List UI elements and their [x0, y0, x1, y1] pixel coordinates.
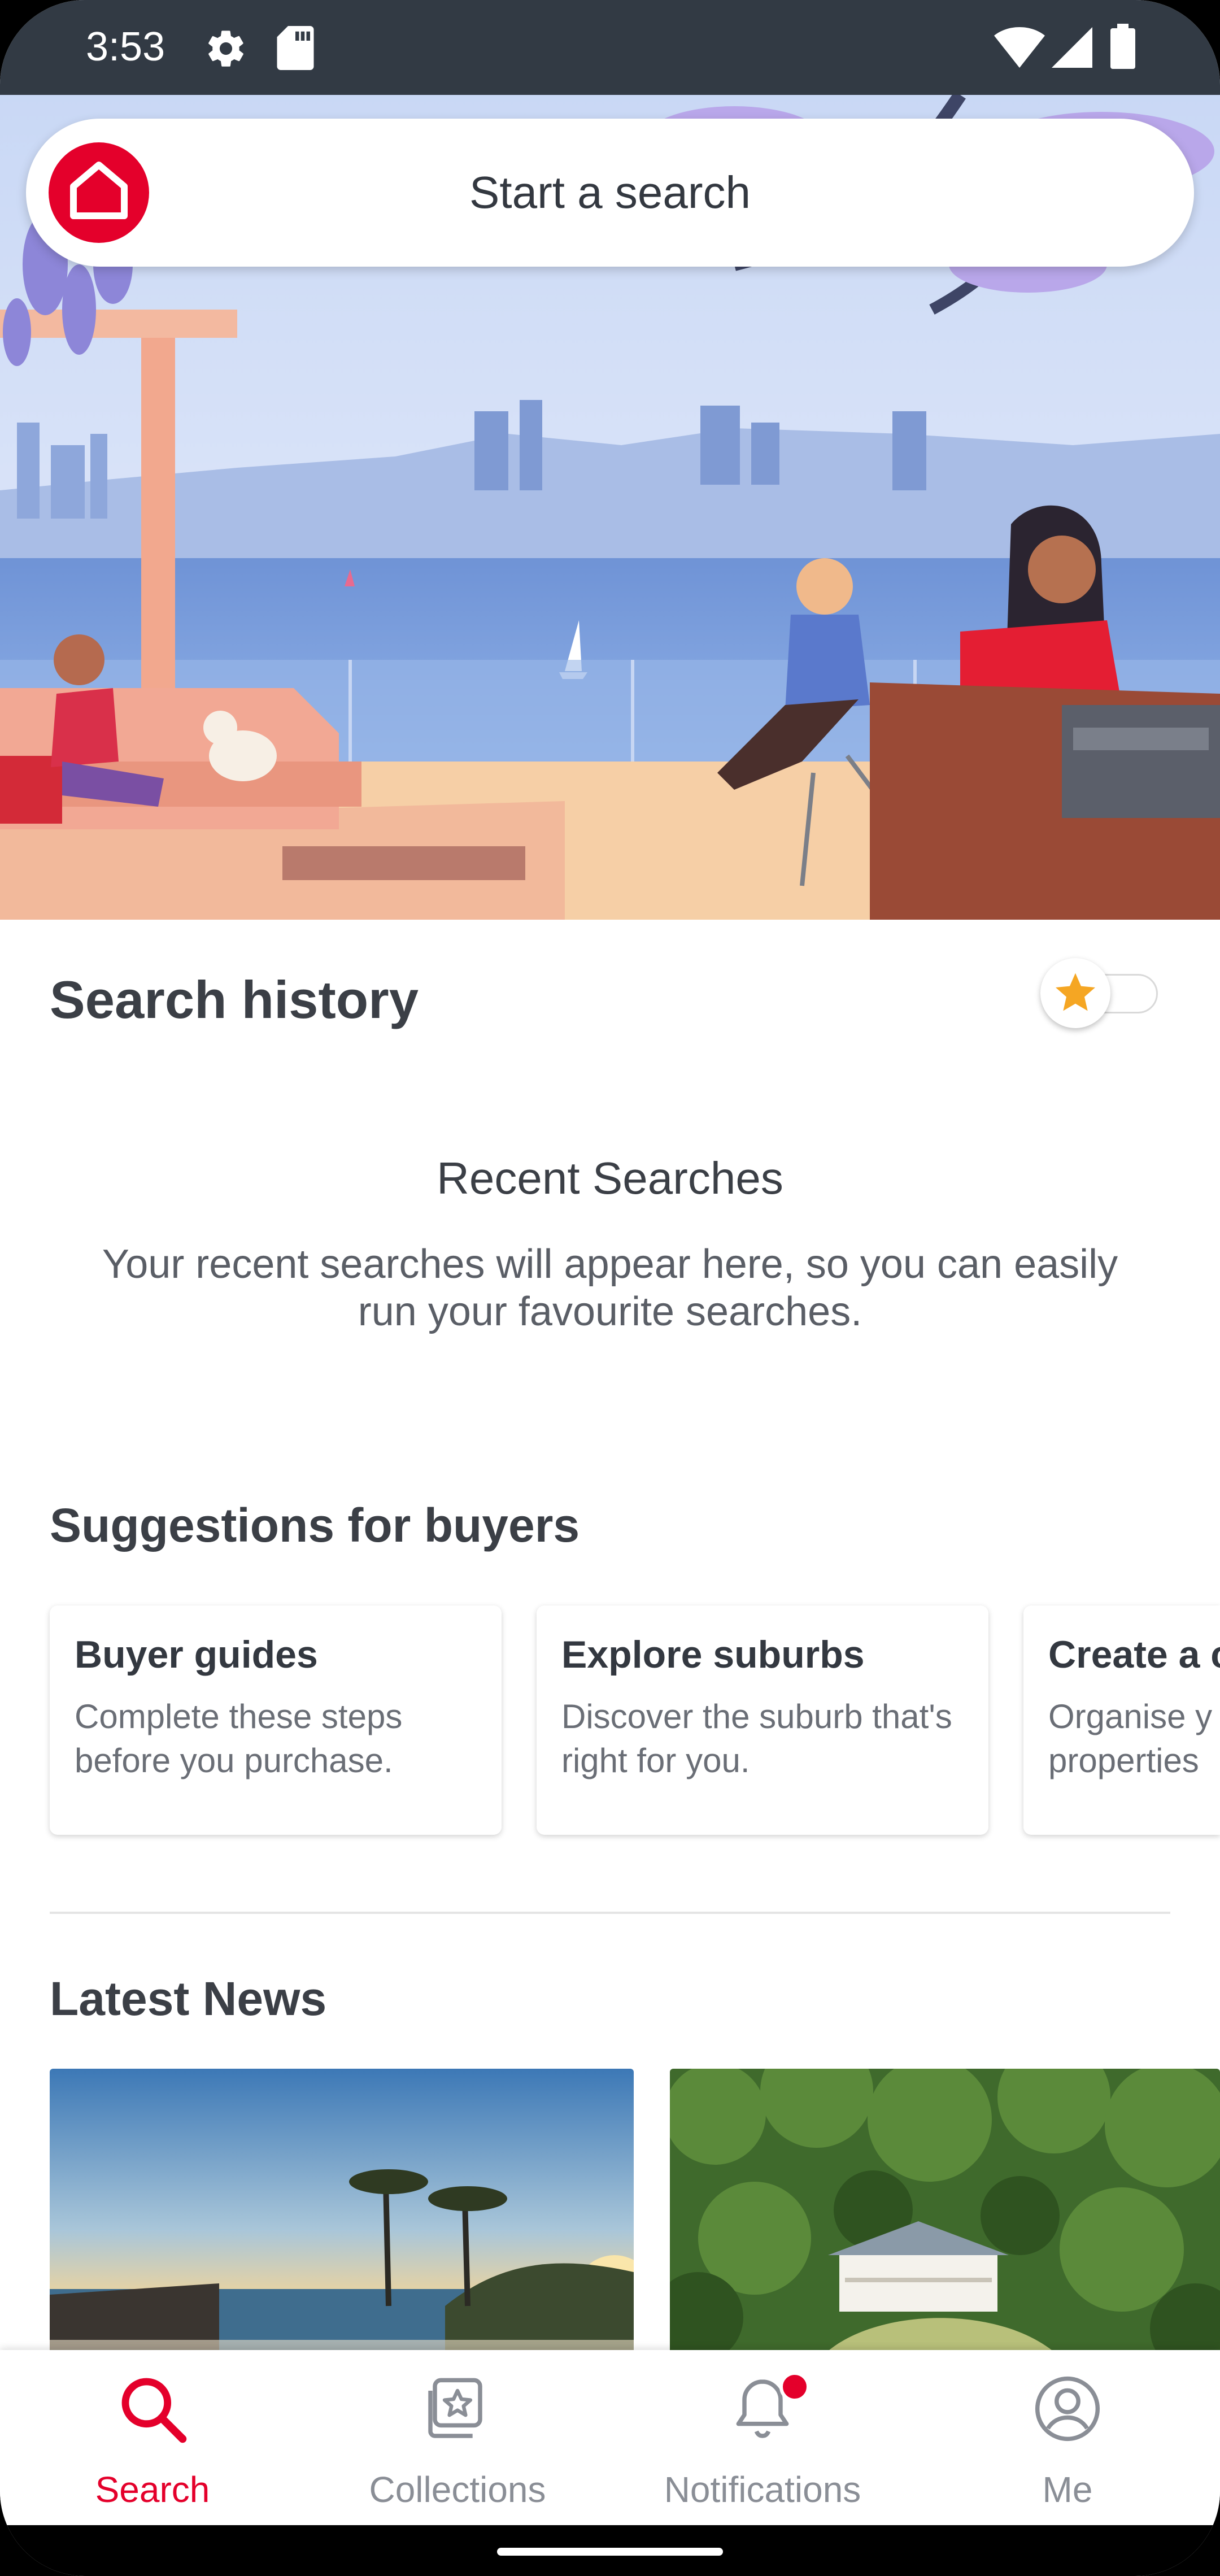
country-house-photo — [670, 2069, 1220, 2362]
nav-label: Notifications — [664, 2469, 861, 2510]
battery-icon — [1110, 24, 1135, 69]
news-card-beach[interactable] — [50, 2069, 634, 2362]
favourites-toggle-knob[interactable] — [1040, 958, 1110, 1028]
suggestion-card-explore-suburbs[interactable]: Explore suburbs Discover the suburb that… — [537, 1605, 988, 1835]
card-title: Create a c — [1048, 1633, 1220, 1676]
recent-searches-title: Recent Searches — [437, 1153, 783, 1203]
search-placeholder: Start a search — [469, 167, 751, 217]
nav-me[interactable]: Me — [915, 2350, 1220, 2525]
search-bar[interactable]: Start a search — [26, 119, 1194, 267]
nav-label: Collections — [369, 2469, 546, 2510]
app-screen: 3:53 Start a search Search history Recen… — [0, 0, 1220, 2576]
nav-collections[interactable]: Collections — [305, 2350, 610, 2525]
search-icon — [121, 2378, 187, 2443]
bottom-navigation: Search Collections Notifications Me — [0, 2350, 1220, 2525]
suggestion-card-create-collection[interactable]: Create a c Organise y properties — [1023, 1605, 1220, 1835]
profile-icon — [1035, 2376, 1100, 2442]
news-card-house[interactable] — [670, 2069, 1220, 2362]
signal-icon — [1052, 27, 1092, 68]
beach-sunset-photo — [50, 2069, 634, 2362]
wifi-icon — [994, 27, 1045, 68]
card-description: Discover the suburb that's right for you… — [561, 1698, 952, 1779]
star-icon — [1056, 973, 1095, 1011]
card-description: Complete these steps before you purchase… — [75, 1698, 403, 1779]
notification-badge — [779, 2372, 810, 2402]
card-description: Organise y properties — [1048, 1695, 1220, 1783]
status-bar: 3:53 — [0, 0, 1220, 95]
card-title: Buyer guides — [75, 1633, 318, 1676]
suggestions-title: Suggestions for buyers — [50, 1499, 580, 1552]
nav-label: Me — [1042, 2469, 1093, 2510]
search-history-title: Search history — [50, 970, 419, 1029]
recent-searches-description: Your recent searches will appear here, s… — [102, 1242, 1118, 1334]
nav-search[interactable]: Search — [0, 2350, 305, 2525]
nav-notifications[interactable]: Notifications — [610, 2350, 915, 2525]
suggestion-card-buyer-guides[interactable]: Buyer guides Complete these steps before… — [50, 1605, 502, 1835]
nav-label: Search — [95, 2469, 210, 2510]
home-gesture-handle[interactable] — [497, 2548, 723, 2556]
collections-icon — [428, 2378, 482, 2438]
card-title: Explore suburbs — [561, 1633, 865, 1676]
latest-news-title: Latest News — [50, 1972, 327, 2025]
card-description-line: properties — [1048, 1742, 1199, 1779]
sd-card-icon — [277, 26, 314, 70]
gear-icon — [208, 31, 243, 67]
card-description-line: Organise y — [1048, 1698, 1213, 1735]
status-time: 3:53 — [86, 24, 165, 69]
section-divider — [50, 1912, 1170, 1914]
